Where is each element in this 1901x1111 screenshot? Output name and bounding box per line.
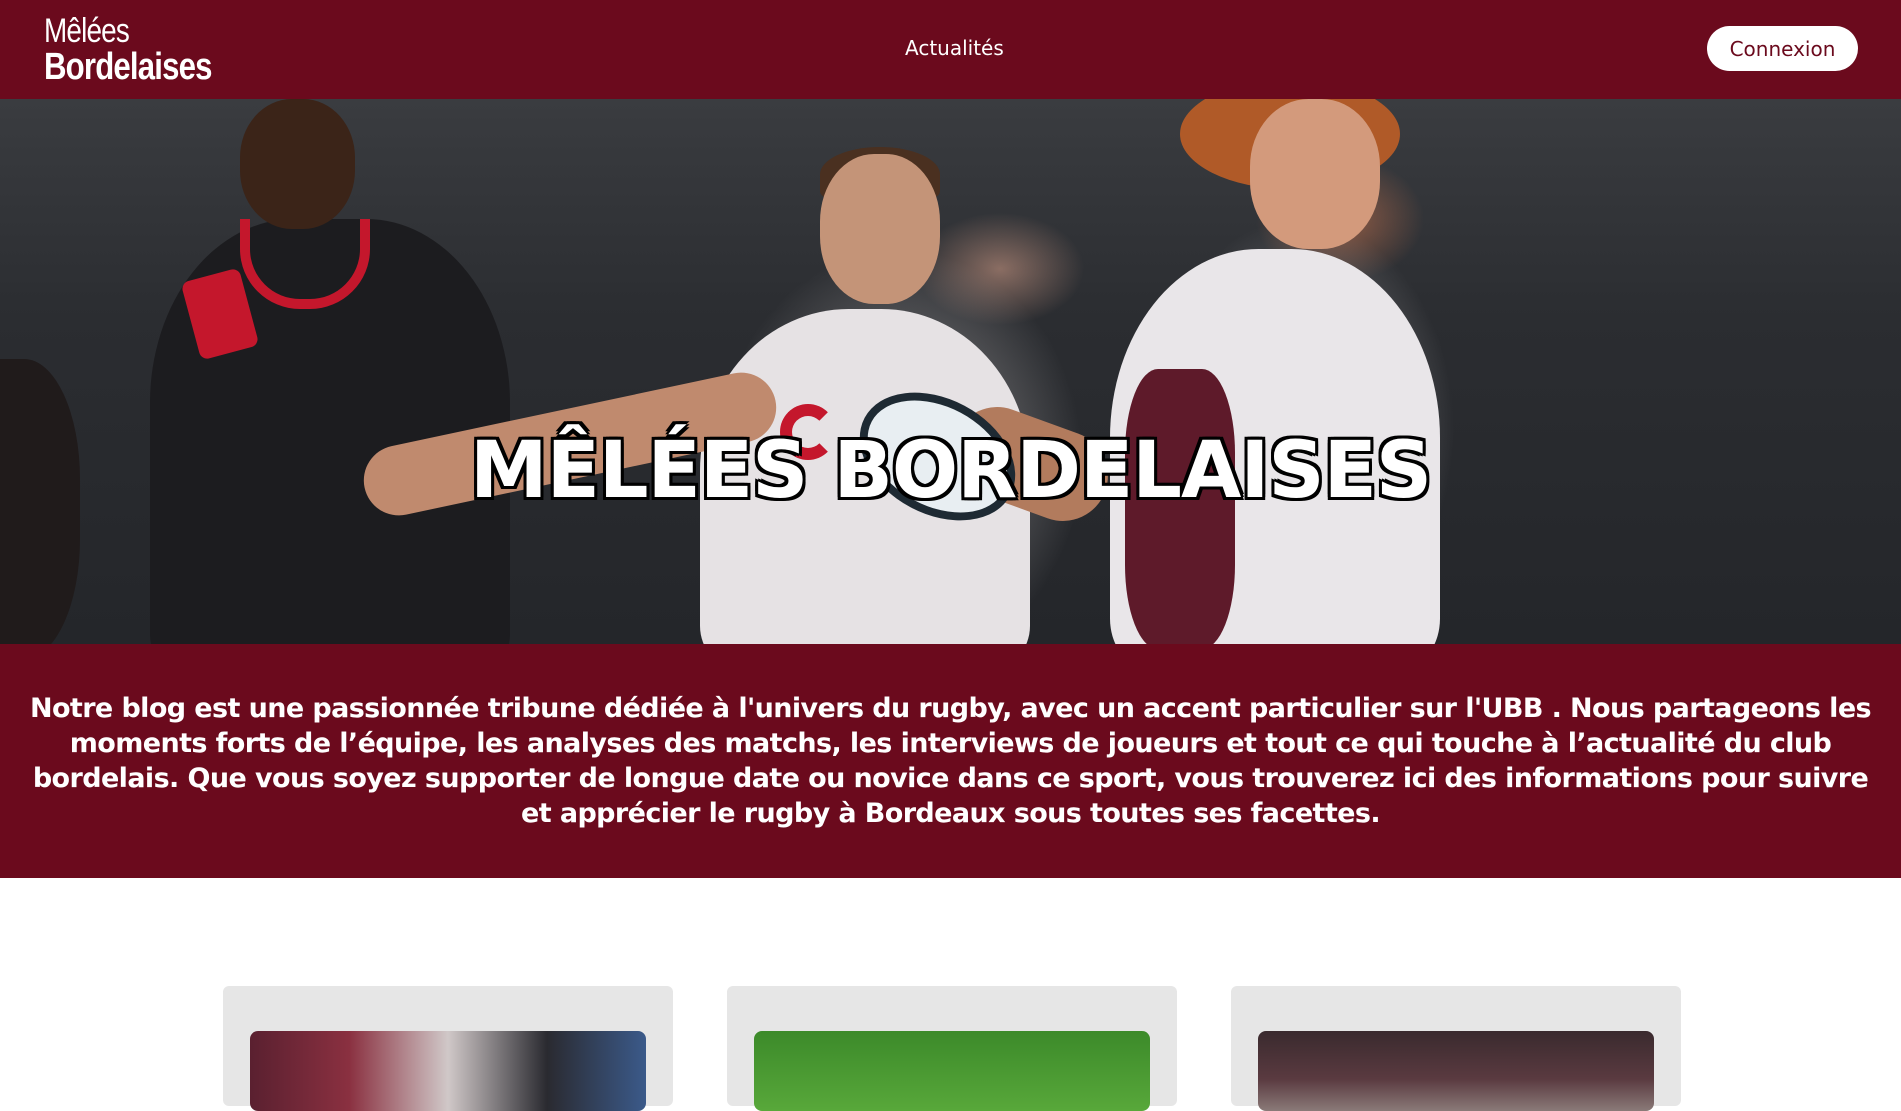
logo-line-bottom: Bordelaises	[44, 46, 212, 88]
logo-line-top: Mêlées	[44, 12, 130, 50]
intro-text: Notre blog est une passionnée tribune dé…	[29, 693, 1872, 829]
hero-title: MÊLÉES BORDELAISES	[469, 426, 1432, 516]
article-card[interactable]	[1231, 986, 1681, 1111]
login-button[interactable]: Connexion	[1707, 26, 1858, 71]
hero-player-center-head	[820, 154, 940, 304]
site-header: Mêlées Bordelaises Actualités Connexion	[0, 0, 1901, 99]
hero-player-left-head	[240, 99, 355, 229]
site-logo[interactable]: Mêlées Bordelaises	[44, 14, 248, 86]
nav-link-actualites[interactable]: Actualités	[905, 36, 1004, 60]
article-card-image[interactable]	[1258, 1031, 1654, 1111]
hero-banner: MÊLÉES BORDELAISES	[0, 99, 1901, 644]
article-card[interactable]	[727, 986, 1177, 1111]
intro-band: Notre blog est une passionnée tribune dé…	[0, 644, 1901, 878]
article-card-image[interactable]	[754, 1031, 1150, 1111]
article-card[interactable]	[223, 986, 673, 1111]
hero-player-right-head	[1250, 99, 1380, 249]
article-card-image[interactable]	[250, 1031, 646, 1111]
